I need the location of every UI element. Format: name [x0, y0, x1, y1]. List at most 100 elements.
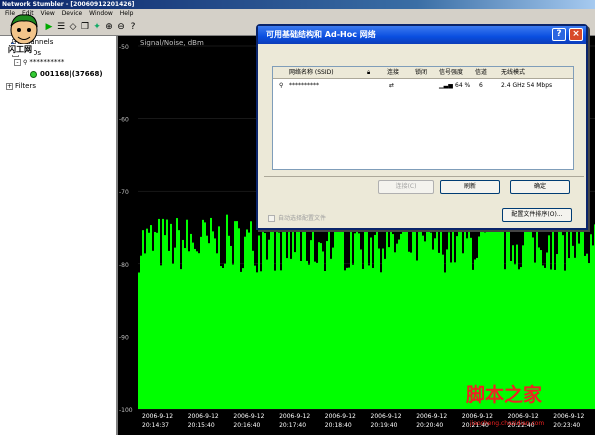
signal-bar: [414, 217, 416, 409]
signal-bar: [266, 259, 268, 409]
y-tick-label: -100: [119, 407, 133, 414]
signal-bar: [242, 268, 244, 409]
col-signal[interactable]: 信号强度: [439, 67, 463, 79]
signal-bar: [280, 270, 282, 409]
signal-bar: [374, 234, 376, 409]
copy-icon[interactable]: ❐: [80, 22, 90, 32]
close-button[interactable]: ×: [569, 28, 583, 41]
x-date-label: 2006-9-12: [325, 413, 356, 420]
zoom-in-icon[interactable]: ⊕: [104, 22, 114, 32]
signal-bar: [310, 240, 312, 409]
x-date-label: 2006-9-12: [142, 413, 173, 420]
signal-bar: [166, 219, 168, 409]
tree-item-label: 001168|(37668): [40, 70, 103, 78]
signal-bar: [162, 218, 164, 409]
connected-icon: ⇄: [389, 82, 395, 89]
signal-bar: [416, 260, 418, 409]
filter-icon[interactable]: ◇: [68, 22, 78, 32]
menu-window[interactable]: Window: [89, 9, 113, 19]
signal-bar: [316, 262, 318, 409]
menu-device[interactable]: Device: [62, 9, 83, 19]
signal-bars-icon: ▁▃▅: [439, 82, 453, 89]
menu-view[interactable]: View: [41, 9, 55, 19]
signal-bar: [408, 251, 410, 409]
signal-bar: [268, 239, 270, 409]
signal-bar: [436, 220, 438, 409]
signal-bar: [314, 261, 316, 409]
signal-bar: [428, 221, 430, 409]
play-icon[interactable]: ▶: [44, 22, 54, 32]
tree-item-label: **********: [29, 58, 65, 66]
signal-bar: [200, 236, 202, 409]
signal-bar: [158, 218, 160, 409]
signal-bar: [140, 255, 142, 409]
zoom-out-icon[interactable]: ⊖: [116, 22, 126, 32]
tree-item-filters[interactable]: + Filters: [6, 82, 36, 91]
signal-bar: [210, 217, 212, 409]
signal-bar: [276, 219, 278, 409]
signal-bar: [300, 260, 302, 409]
x-time-label: 20:19:40: [371, 422, 398, 429]
signal-bar: [178, 230, 180, 409]
help-button[interactable]: ?: [552, 28, 566, 41]
signal-bar: [326, 241, 328, 409]
signal-bar: [344, 270, 346, 409]
col-channel[interactable]: 信道: [475, 67, 487, 79]
lock-header-icon[interactable]: 🔒︎: [367, 67, 370, 79]
refresh-button[interactable]: 刷新: [440, 180, 500, 194]
signal-bar: [286, 258, 288, 409]
col-lock[interactable]: 锁闭: [415, 67, 427, 79]
checkbox-box[interactable]: [268, 215, 275, 222]
col-mode[interactable]: 无线模式: [501, 67, 525, 79]
signal-bar: [214, 238, 216, 409]
tree-item-ap[interactable]: 001168|(37668): [30, 70, 103, 79]
help-icon[interactable]: ?: [128, 22, 138, 32]
signal-bar: [368, 265, 370, 409]
network-list[interactable]: 网络名称 (SSID) 🔒︎ 连接 锁闭 信号强度 信道 无线模式 ⚲ ****…: [272, 66, 574, 170]
signal-bar: [446, 249, 448, 409]
expand-icon[interactable]: +: [6, 82, 13, 90]
signal-bar: [424, 241, 426, 409]
settings-icon[interactable]: ✦: [92, 22, 102, 32]
signal-bar: [450, 262, 452, 409]
signal-bar: [452, 217, 454, 409]
ok-button[interactable]: 确定: [510, 180, 570, 194]
col-connect[interactable]: 连接: [387, 67, 399, 79]
signal-bar: [204, 222, 206, 409]
signal-bar: [270, 227, 272, 409]
signal-bar: [328, 230, 330, 409]
signal-bar: [190, 233, 192, 409]
signal-bar: [386, 227, 388, 409]
menu-help[interactable]: Help: [120, 9, 134, 19]
signal-bar: [334, 227, 336, 409]
auto-select-checkbox[interactable]: 自动选择配置文件: [268, 214, 326, 223]
signal-bar: [372, 267, 374, 409]
signal-bar: [330, 258, 332, 409]
signal-bar: [144, 253, 146, 409]
signal-bar: [220, 266, 222, 409]
signal-bar: [202, 219, 204, 409]
tree-item-ssid[interactable]: - ⚲ **********: [14, 58, 64, 67]
signal-bar: [360, 249, 362, 409]
signal-bar: [176, 218, 178, 409]
network-row[interactable]: ⚲ ********** ⇄ ▁▃▅ 64 % 6 2.4 GHz 54 Mbp…: [273, 80, 573, 92]
signal-bar: [354, 233, 356, 409]
config-order-button[interactable]: 配置文件排序(O)...: [502, 208, 572, 222]
col-ssid[interactable]: 网络名称 (SSID): [289, 67, 334, 79]
signal-bar: [296, 229, 298, 409]
list-icon[interactable]: ☰: [56, 22, 66, 32]
signal-bar: [160, 265, 162, 409]
signal-bar: [388, 247, 390, 409]
signal-bar: [402, 230, 404, 409]
network-mode: 2.4 GHz 54 Mbps: [501, 82, 553, 89]
signal-bar: [308, 264, 310, 409]
connect-button[interactable]: 连接(C): [378, 180, 434, 194]
signal-bar: [244, 236, 246, 409]
signal-bar: [234, 221, 236, 409]
signal-bar: [170, 223, 172, 409]
signal-bar: [340, 228, 342, 409]
signal-bar: [256, 272, 258, 409]
signal-bar: [194, 248, 196, 409]
collapse-icon[interactable]: -: [14, 58, 21, 66]
signal-bar: [196, 251, 198, 409]
